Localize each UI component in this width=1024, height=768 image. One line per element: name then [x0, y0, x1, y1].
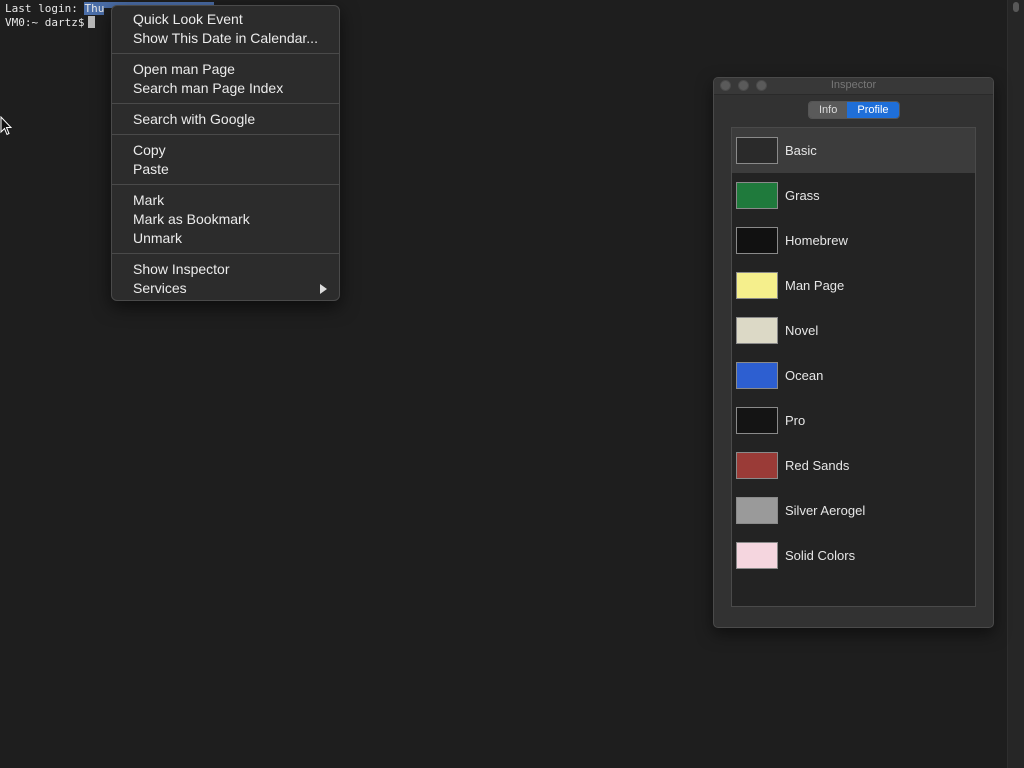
menu-item-label: Show Inspector [133, 261, 230, 277]
menu-item-label: Show This Date in Calendar... [133, 30, 318, 46]
inspector-title: Inspector [830, 79, 877, 91]
tab-profile[interactable]: Profile [847, 102, 899, 118]
profile-swatch [736, 497, 778, 524]
menu-item-show-this-date-in-calendar[interactable]: Show This Date in Calendar... [112, 29, 339, 48]
menu-separator [112, 103, 339, 104]
terminal-scrollbar[interactable] [1007, 0, 1024, 768]
context-menu[interactable]: Quick Look Event Show This Date in Calend… [111, 5, 340, 301]
profile-swatch [736, 407, 778, 434]
scroll-thumb[interactable] [1013, 2, 1019, 12]
profile-swatch [736, 362, 778, 389]
menu-item-label: Search man Page Index [133, 80, 284, 96]
profile-item-grass[interactable]: Grass [732, 173, 975, 218]
menu-separator [112, 253, 339, 254]
menu-item-paste[interactable]: Paste [112, 160, 339, 179]
menu-separator [112, 184, 339, 185]
menu-item-search-with-google[interactable]: Search with Google [112, 110, 339, 129]
profile-list[interactable]: Basic Grass Homebrew Man Page Novel Ocean Pro R… [731, 127, 976, 607]
prompt-line: VM0:~ dartz$ [5, 16, 96, 30]
menu-item-quick-look-event[interactable]: Quick Look Event [112, 10, 339, 29]
shell-prompt: VM0:~ dartz$ [5, 16, 85, 29]
text-cursor [88, 16, 96, 28]
profile-item-basic[interactable]: Basic [732, 128, 975, 173]
menu-item-mark[interactable]: Mark [112, 191, 339, 210]
profile-name: Novel [785, 323, 819, 338]
menu-item-services[interactable]: Services [112, 279, 339, 298]
profile-name: Man Page [785, 278, 845, 293]
menu-separator [112, 134, 339, 135]
profile-name: Red Sands [785, 458, 850, 473]
menu-item-label: Mark as Bookmark [133, 211, 250, 227]
menu-item-label: Quick Look Event [133, 11, 243, 27]
profile-swatch [736, 272, 778, 299]
inspector-tabs: Info Profile [808, 101, 900, 119]
profile-item-solid-colors[interactable]: Solid Colors [732, 533, 975, 578]
profile-item-novel[interactable]: Novel [732, 308, 975, 353]
submenu-arrow-icon [320, 284, 327, 294]
profile-swatch [736, 452, 778, 479]
menu-item-label: Services [133, 280, 187, 296]
menu-item-search-man-page-index[interactable]: Search man Page Index [112, 79, 339, 98]
menu-item-open-man-page[interactable]: Open man Page [112, 60, 339, 79]
profile-swatch [736, 227, 778, 254]
profile-item-ocean[interactable]: Ocean [732, 353, 975, 398]
menu-item-label: Unmark [133, 230, 183, 246]
profile-name: Grass [785, 188, 820, 203]
menu-item-label: Paste [133, 161, 169, 177]
profile-item-red-sands[interactable]: Red Sands [732, 443, 975, 488]
last-login-prefix: Last login: [5, 2, 85, 15]
menu-item-show-inspector[interactable]: Show Inspector [112, 260, 339, 279]
tab-info[interactable]: Info [809, 102, 848, 118]
menu-item-unmark[interactable]: Unmark [112, 229, 339, 248]
inspector-titlebar[interactable]: Inspector [714, 78, 993, 95]
profile-name: Solid Colors [785, 548, 856, 563]
profile-item-man-page[interactable]: Man Page [732, 263, 975, 308]
profile-item-homebrew[interactable]: Homebrew [732, 218, 975, 263]
profile-name: Pro [785, 413, 806, 428]
mouse-pointer-icon [0, 116, 12, 136]
inspector-window[interactable]: Inspector Info Profile Basic Grass Homebrew… [713, 77, 994, 628]
profile-item-pro[interactable]: Pro [732, 398, 975, 443]
menu-item-label: Mark [133, 192, 165, 208]
menu-item-copy[interactable]: Copy [112, 141, 339, 160]
profile-swatch [736, 137, 778, 164]
menu-item-label: Copy [133, 142, 166, 158]
menu-item-label: Open man Page [133, 61, 235, 77]
profile-swatch [736, 182, 778, 209]
profile-swatch [736, 542, 778, 569]
profile-name: Silver Aerogel [785, 503, 866, 518]
menu-item-mark-as-bookmark[interactable]: Mark as Bookmark [112, 210, 339, 229]
selected-text[interactable]: Thu [84, 2, 105, 15]
profile-name: Homebrew [785, 233, 848, 248]
profile-name: Ocean [785, 368, 824, 383]
profile-name: Basic [785, 143, 817, 158]
profile-item-silver-aerogel[interactable]: Silver Aerogel [732, 488, 975, 533]
profile-swatch [736, 317, 778, 344]
menu-item-label: Search with Google [133, 111, 256, 127]
menu-separator [112, 53, 339, 54]
